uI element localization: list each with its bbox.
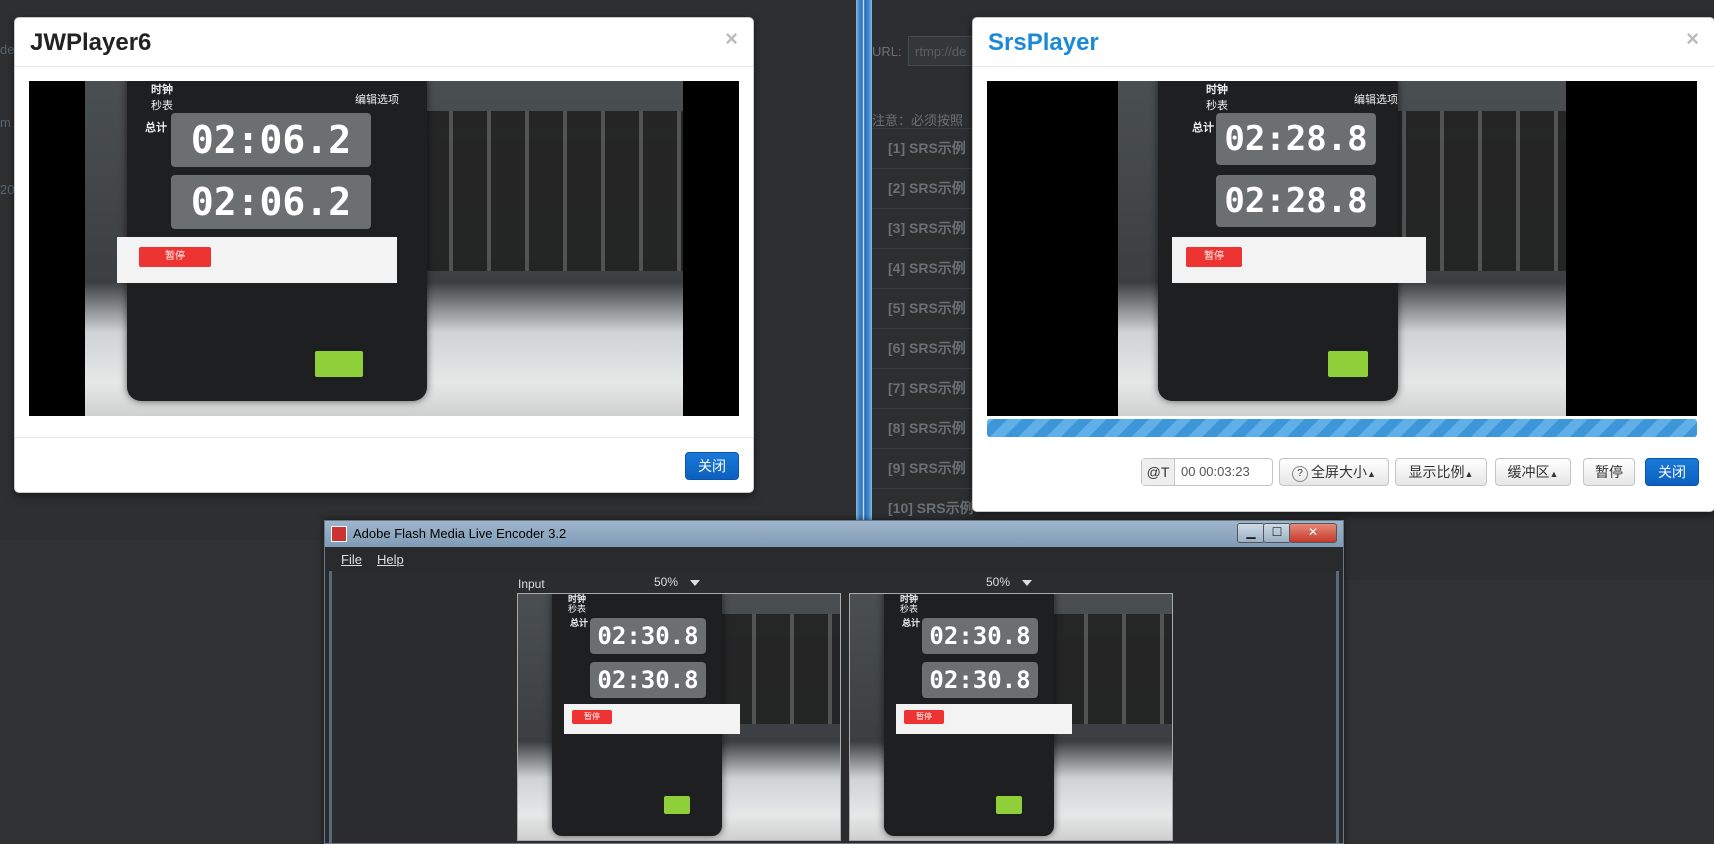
phone-text: 时钟 [151, 84, 173, 96]
phone-image: 时钟 秒表 总计 02:30.8 02:30.8 暂停 [552, 594, 740, 836]
camera-frame: 时钟 秒表 总计 02:30.8 02:30.8 暂停 [850, 594, 1172, 840]
pause-label: 暂停 [904, 710, 944, 724]
stopwatch-display: 02:28.8 [1216, 175, 1376, 227]
camera-frame: 时钟 秒表 编辑选项 总计 02:06.2 02:06.2 暂停 [85, 81, 683, 416]
encoder-window: Adobe Flash Media Live Encoder 3.2 ▁ ☐ ✕… [324, 520, 1344, 844]
output-zoom[interactable]: 50% [986, 575, 1010, 589]
app-icon [331, 526, 347, 542]
time-prefix: @T [1142, 459, 1175, 485]
close-button[interactable]: 关闭 [685, 452, 739, 480]
question-icon: ? [1292, 466, 1309, 482]
pause-label: 暂停 [1186, 247, 1242, 267]
phone-text: 编辑选项 [355, 94, 399, 106]
ratio-dropdown[interactable]: 显示比例▲ [1395, 458, 1487, 486]
phone-image: 时钟 秒表 编辑选项 总计 02:06.2 02:06.2 暂停 [117, 81, 427, 401]
bg-fragment: de [0, 42, 15, 57]
close-icon[interactable]: ✕ [1289, 523, 1337, 543]
phone-image: 时钟 秒表 编辑选项 总计 02:28.8 02:28.8 暂停 [1158, 81, 1426, 401]
phone-text: 总计 [570, 618, 589, 628]
input-zoom[interactable]: 50% [654, 575, 678, 589]
window-title: Adobe Flash Media Live Encoder 3.2 [353, 526, 567, 541]
stopwatch-display: 02:06.2 [171, 175, 371, 229]
modal-title: JWPlayer6 [30, 29, 152, 56]
jwplayer-modal: JWPlayer6 × 时钟 秒表 编辑选项 总计 02:06.2 02:06.… [14, 17, 754, 493]
phone-text: 时钟 [1206, 84, 1228, 96]
buffer-label: 缓冲区 [1507, 464, 1550, 480]
phone-text: 总计 [1192, 122, 1214, 134]
phone-text: 总计 [902, 618, 921, 628]
phone-tab-active [664, 796, 690, 814]
phone-image: 时钟 秒表 总计 02:30.8 02:30.8 暂停 [884, 594, 1072, 836]
phone-text: 秒表 [151, 100, 173, 112]
stopwatch-display: 02:30.8 [922, 662, 1038, 698]
pause-label: 暂停 [572, 710, 612, 724]
stopwatch-display: 02:30.8 [590, 618, 706, 654]
buffer-dropdown[interactable]: 缓冲区▲ [1495, 458, 1571, 486]
close-icon[interactable]: × [725, 28, 738, 50]
srsplayer-video[interactable]: 时钟 秒表 编辑选项 总计 02:28.8 02:28.8 暂停 [987, 81, 1697, 416]
stopwatch-display: 02:30.8 [922, 618, 1038, 654]
minimize-icon[interactable]: ▁ [1237, 523, 1265, 543]
bg-url-label: URL: [872, 44, 902, 59]
fullscreen-label: 全屏大小 [1311, 464, 1368, 480]
phone-text: 编辑选项 [1354, 94, 1398, 106]
phone-text: 秒表 [1206, 100, 1228, 112]
pause-button[interactable]: 暂停 [1583, 458, 1635, 486]
pause-label: 暂停 [139, 247, 211, 267]
keyboard-image [415, 111, 683, 271]
modal-header: SrsPlayer × [973, 18, 1714, 67]
phone-tab-active [996, 796, 1022, 814]
bg-fragment: m [0, 115, 11, 130]
menu-help[interactable]: Help [377, 552, 404, 567]
ratio-label: 显示比例 [1408, 464, 1465, 480]
input-preview: 时钟 秒表 总计 02:30.8 02:30.8 暂停 [517, 593, 841, 841]
caret-up-icon: ▲ [1549, 469, 1559, 479]
stopwatch-display: 02:30.8 [590, 662, 706, 698]
chevron-down-icon[interactable] [1022, 580, 1032, 586]
bg-note: 注意：必须按照 [872, 113, 964, 128]
camera-frame: 时钟 秒表 总计 02:30.8 02:30.8 暂停 [518, 594, 840, 840]
srsplayer-modal: SrsPlayer × 时钟 秒表 编辑选项 总计 02:28.8 02:28.… [972, 17, 1714, 512]
maximize-icon[interactable]: ☐ [1263, 523, 1291, 543]
stopwatch-display: 02:06.2 [171, 113, 371, 167]
close-button[interactable]: 关闭 [1645, 458, 1699, 486]
modal-footer: 关闭 [15, 437, 753, 492]
time-value: 00 00:03:23 [1181, 464, 1250, 479]
output-preview: 时钟 秒表 总计 02:30.8 02:30.8 暂停 [849, 593, 1173, 841]
window-divider [856, 0, 872, 540]
encoder-titlebar[interactable]: Adobe Flash Media Live Encoder 3.2 ▁ ☐ ✕ [325, 521, 1343, 547]
fullscreen-dropdown[interactable]: ? 全屏大小▲ [1279, 458, 1389, 486]
jwplayer-video[interactable]: 时钟 秒表 编辑选项 总计 02:06.2 02:06.2 暂停 [29, 81, 739, 416]
bg-fragment: 20 [0, 182, 15, 197]
caret-up-icon: ▲ [1464, 469, 1474, 479]
modal-header: JWPlayer6 × [15, 18, 753, 67]
close-icon[interactable]: × [1686, 28, 1699, 50]
phone-tab-active [315, 351, 363, 377]
encoder-body: Input 50% 50% 时钟 秒表 总计 02:30.8 02:30.8 暂… [329, 571, 1339, 843]
menu-bar: File Help [325, 549, 1343, 571]
phone-text: 秒表 [900, 604, 919, 614]
time-display: @T 00 00:03:23 [1141, 458, 1273, 486]
menu-file[interactable]: File [341, 552, 362, 567]
phone-text: 秒表 [568, 604, 587, 614]
caret-up-icon: ▲ [1367, 469, 1376, 479]
input-label: Input [518, 577, 545, 591]
stopwatch-display: 02:28.8 [1216, 113, 1376, 165]
phone-text: 总计 [145, 122, 167, 134]
phone-tab-active [1328, 351, 1368, 377]
modal-title: SrsPlayer [988, 29, 1099, 56]
buffer-progress-bar[interactable] [987, 419, 1697, 437]
chevron-down-icon[interactable] [690, 580, 700, 586]
camera-frame: 时钟 秒表 编辑选项 总计 02:28.8 02:28.8 暂停 [1118, 81, 1566, 416]
